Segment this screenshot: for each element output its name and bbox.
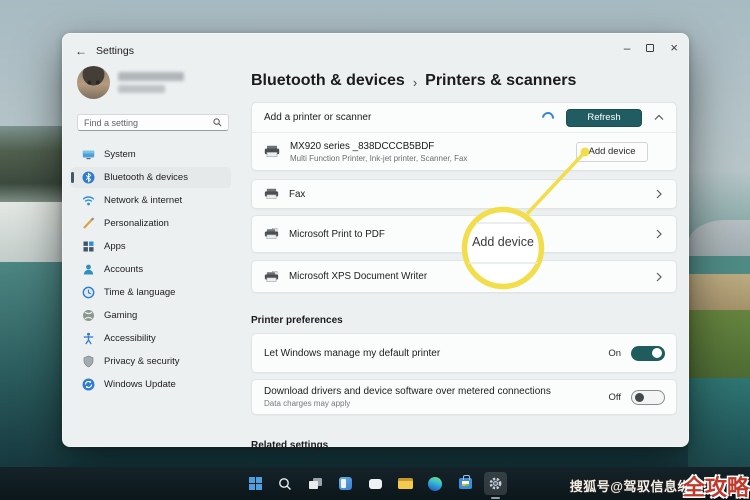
- store-icon: [459, 478, 472, 489]
- breadcrumb-current: Printers & scanners: [425, 72, 576, 90]
- search-icon: [213, 118, 222, 127]
- breadcrumb: Bluetooth & devices › Printers & scanner…: [251, 72, 677, 90]
- sidebar-item-windows-update[interactable]: Windows Update: [71, 374, 231, 395]
- user-account: [71, 64, 231, 99]
- discovered-device-row: MX920 series _838DCCCB5BDF Multi Functio…: [252, 133, 676, 170]
- person-icon: [81, 263, 95, 277]
- add-device-button[interactable]: Add device: [576, 142, 648, 162]
- printer-row-fax[interactable]: Fax: [251, 179, 677, 209]
- back-button[interactable]: ←: [75, 44, 87, 58]
- device-description: Multi Function Printer, Ink-jet printer,…: [290, 154, 467, 163]
- task-view-button[interactable]: [304, 472, 327, 495]
- sidebar-item-personalization[interactable]: Personalization: [71, 213, 231, 234]
- add-printer-header-row: Add a printer or scanner Refresh: [252, 103, 676, 133]
- breadcrumb-separator-icon: ›: [413, 73, 417, 90]
- sidebar: System Bluetooth & devices Network & int…: [71, 64, 231, 395]
- update-icon: [81, 378, 95, 392]
- maximize-button[interactable]: [646, 44, 654, 52]
- metered-download-toggle[interactable]: [631, 390, 665, 405]
- shield-icon: [81, 355, 95, 369]
- close-button[interactable]: ×: [670, 43, 678, 53]
- chat-icon: [369, 479, 382, 489]
- collapse-chevron-icon[interactable]: [654, 114, 664, 121]
- toggle-state-label: On: [608, 348, 621, 359]
- sidebar-nav: System Bluetooth & devices Network & int…: [71, 144, 231, 395]
- start-button[interactable]: [244, 472, 267, 495]
- printer-icon: [264, 228, 279, 240]
- breadcrumb-root[interactable]: Bluetooth & devices: [251, 72, 405, 90]
- edge-icon: [428, 477, 442, 491]
- printer-icon: [264, 188, 279, 200]
- sidebar-item-apps[interactable]: Apps: [71, 236, 231, 257]
- taskbar-settings-button[interactable]: [484, 472, 507, 495]
- sidebar-item-time-language[interactable]: Time & language: [71, 282, 231, 303]
- metered-download-pref-row: Download drivers and device software ove…: [251, 379, 677, 415]
- user-name-redacted: [118, 72, 184, 93]
- bluetooth-icon: [81, 171, 95, 185]
- sidebar-item-privacy-security[interactable]: Privacy & security: [71, 351, 231, 372]
- windows-logo-icon: [249, 477, 262, 490]
- system-icon: [81, 148, 95, 162]
- taskbar: [0, 467, 750, 500]
- xbox-icon: [81, 309, 95, 323]
- pref-label: Let Windows manage my default printer: [264, 348, 440, 359]
- printer-row-xps-writer[interactable]: Microsoft XPS Document Writer: [251, 260, 677, 293]
- chevron-right-icon: [656, 189, 662, 199]
- printer-row-label: Microsoft Print to PDF: [289, 229, 385, 240]
- sidebar-item-system[interactable]: System: [71, 144, 231, 165]
- wallpaper-right-scenery: [688, 0, 750, 500]
- default-printer-pref-row: Let Windows manage my default printer On: [251, 333, 677, 373]
- chevron-right-icon: [656, 272, 662, 282]
- store-button[interactable]: [454, 472, 477, 495]
- gear-icon: [488, 476, 503, 491]
- sidebar-item-bluetooth-devices[interactable]: Bluetooth & devices: [71, 167, 231, 188]
- widgets-icon: [339, 477, 352, 490]
- desktop-background: ← Settings – ×: [0, 0, 750, 500]
- main-content: Bluetooth & devices › Printers & scanner…: [251, 64, 677, 451]
- search-icon: [278, 477, 292, 491]
- folder-icon: [398, 478, 413, 489]
- printer-row-print-to-pdf[interactable]: Microsoft Print to PDF: [251, 215, 677, 253]
- taskbar-search-button[interactable]: [274, 472, 297, 495]
- default-printer-toggle[interactable]: [631, 346, 665, 361]
- refresh-button[interactable]: Refresh: [566, 109, 642, 127]
- chat-button[interactable]: [364, 472, 387, 495]
- task-view-icon: [309, 478, 322, 489]
- pref-label: Download drivers and device software ove…: [264, 386, 551, 397]
- printer-row-label: Microsoft XPS Document Writer: [289, 271, 427, 282]
- toggle-state-label: Off: [609, 392, 622, 403]
- edge-button[interactable]: [424, 472, 447, 495]
- search-box[interactable]: [77, 114, 229, 131]
- titlebar[interactable]: ← Settings – ×: [63, 34, 688, 60]
- sidebar-item-network-internet[interactable]: Network & internet: [71, 190, 231, 211]
- device-name: MX920 series _838DCCCB5BDF: [290, 141, 467, 152]
- clock-icon: [81, 286, 95, 300]
- pref-sublabel: Data charges may apply: [264, 399, 551, 408]
- add-printer-label: Add a printer or scanner: [264, 112, 371, 123]
- printer-preferences-heading: Printer preferences: [251, 315, 677, 326]
- sidebar-item-accounts[interactable]: Accounts: [71, 259, 231, 280]
- printer-icon: [264, 271, 279, 283]
- printer-icon: [264, 145, 280, 158]
- wallpaper-left-scenery: [0, 0, 66, 500]
- minimize-button[interactable]: –: [624, 44, 631, 52]
- printer-row-label: Fax: [289, 189, 305, 200]
- add-printer-card: Add a printer or scanner Refresh MX920 s…: [251, 102, 677, 171]
- brush-icon: [81, 217, 95, 231]
- related-settings-heading: Related settings: [251, 440, 677, 451]
- window-title: Settings: [96, 45, 134, 57]
- sidebar-item-gaming[interactable]: Gaming: [71, 305, 231, 326]
- wifi-icon: [81, 194, 95, 208]
- settings-window: ← Settings – ×: [62, 33, 689, 447]
- loading-spinner-icon: [540, 109, 557, 126]
- sidebar-item-accessibility[interactable]: Accessibility: [71, 328, 231, 349]
- apps-icon: [81, 240, 95, 254]
- accessibility-icon: [81, 332, 95, 346]
- widgets-button[interactable]: [334, 472, 357, 495]
- avatar: [77, 66, 110, 99]
- search-input[interactable]: [84, 118, 213, 128]
- file-explorer-button[interactable]: [394, 472, 417, 495]
- chevron-right-icon: [656, 229, 662, 239]
